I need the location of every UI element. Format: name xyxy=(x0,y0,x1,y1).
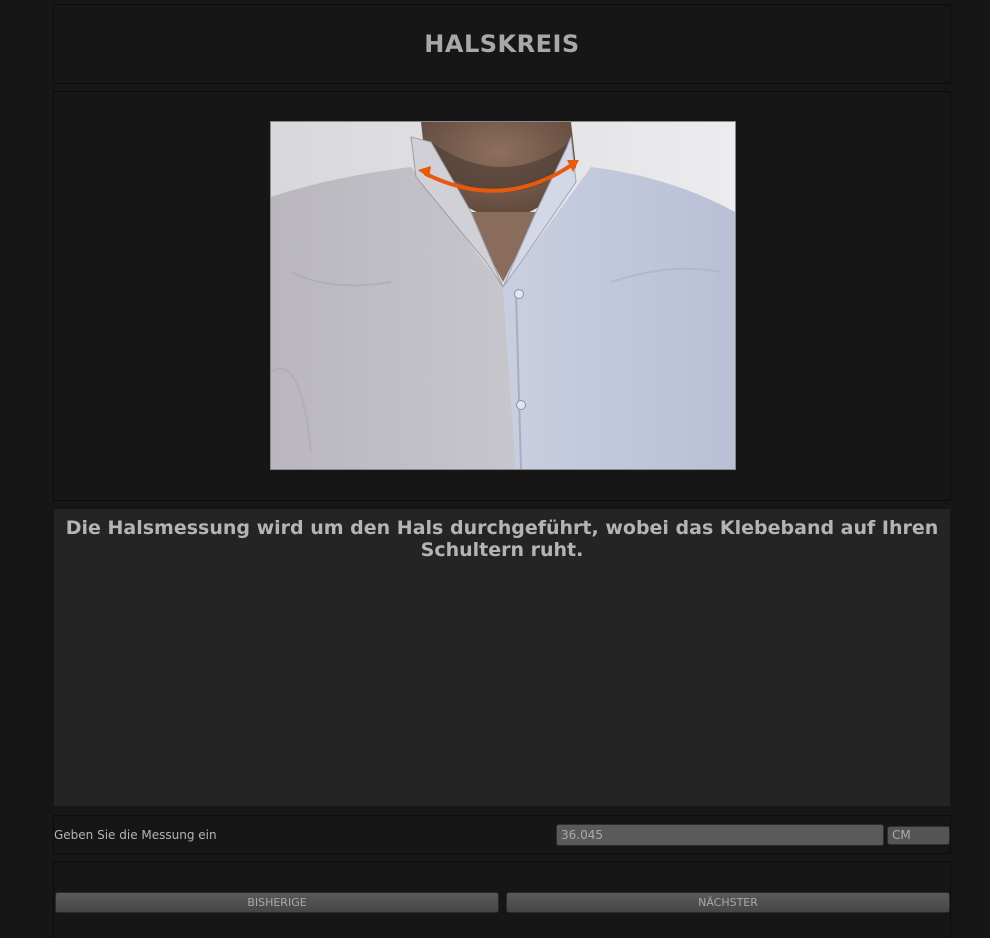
description-panel: Die Halsmessung wird um den Hals durchge… xyxy=(53,508,951,807)
navigation-panel: BISHERIGE NÄCHSTER xyxy=(53,861,951,938)
neck-measurement-photo xyxy=(270,121,736,470)
image-panel xyxy=(53,91,951,501)
description-text: Die Halsmessung wird um den Hals durchge… xyxy=(65,517,939,561)
measurement-input[interactable]: 36.045 xyxy=(556,824,884,846)
title-panel: HALSKREIS xyxy=(53,4,951,84)
shirt-illustration xyxy=(271,122,735,469)
next-button[interactable]: NÄCHSTER xyxy=(506,892,950,913)
measurement-label: Geben Sie die Messung ein xyxy=(54,828,217,842)
measurement-input-row: Geben Sie die Messung ein 36.045 CM xyxy=(53,815,951,854)
page-title: HALSKREIS xyxy=(424,30,580,58)
unit-select[interactable]: CM xyxy=(887,826,950,845)
previous-button[interactable]: BISHERIGE xyxy=(55,892,499,913)
